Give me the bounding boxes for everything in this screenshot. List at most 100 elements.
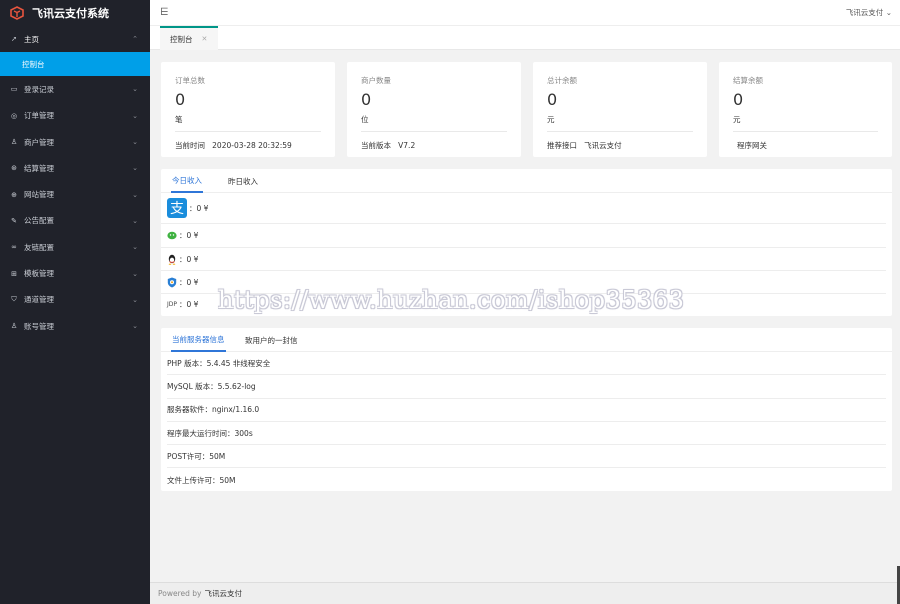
stat-value: 0 [733, 90, 744, 109]
user-name: 飞讯云支付 [845, 8, 884, 17]
income-value: ：0 ¥ [179, 231, 199, 240]
stat-title: 订单总数 [175, 76, 205, 85]
tab-server-info[interactable]: 当前服务器信息 [171, 328, 226, 352]
chevron-down-icon: ⌄ [885, 8, 892, 17]
sidebar-item-templates[interactable]: ⊞ 模板管理 ⌄ [0, 260, 150, 286]
sidebar: 飞讯云支付系统 ➚ 主页 ⌃ 控制台 ▭ 登录记录 ⌄ ◎ 订单管理 ⌄ ♙ 商… [0, 0, 150, 604]
stat-card-orders: 订单总数 0 笔 当前时间 2020-03-28 20:32:59 [161, 62, 335, 157]
stat-value: 0 [175, 90, 186, 109]
sidebar-item-site[interactable]: ⊕ 网站管理 ⌄ [0, 181, 150, 207]
sidebar-item-label: 通道管理 [24, 295, 54, 305]
sidebar-item-accounts[interactable]: ♙ 账号管理 ⌄ [0, 313, 150, 339]
chevron-down-icon: ⌄ [132, 164, 138, 173]
income-value: ：0 ¥ [179, 254, 199, 264]
stat-card-merchants: 商户数量 0 位 当前版本 V7.2 [347, 62, 521, 157]
stat-title: 结算余额 [733, 76, 763, 85]
sidebar-item-merchants[interactable]: ♙ 商户管理 ⌄ [0, 129, 150, 155]
sidebar-item-channels[interactable]: ⛉ 通道管理 ⌄ [0, 287, 150, 313]
user-menu[interactable]: 飞讯云支付 ⌄ [846, 7, 892, 18]
sidebar-item-label: 订单管理 [24, 111, 54, 121]
sidebar-item-settlement[interactable]: ⊛ 结算管理 ⌄ [0, 155, 150, 181]
chevron-down-icon: ⌄ [132, 322, 138, 331]
footer-brand[interactable]: 飞讯云支付 [204, 588, 242, 599]
sidebar-item-label: 登录记录 [24, 84, 54, 94]
app-title: 飞讯云支付系统 [32, 7, 109, 20]
stat-footer-label: 当前时间 [175, 141, 205, 150]
qq-icon [167, 254, 177, 265]
divider [175, 131, 321, 132]
info-row-server-software: 服务器软件：nginx/1.16.0 [167, 399, 886, 422]
stat-footer-label: 推荐接口 [547, 141, 577, 150]
divider [361, 131, 507, 132]
stat-unit: 元 [547, 115, 555, 124]
tab-yesterday-income[interactable]: 昨日收入 [228, 169, 258, 193]
chevron-down-icon: ⌄ [132, 295, 138, 304]
sidebar-item-links[interactable]: ∞ 友链配置 ⌄ [0, 234, 150, 260]
stat-footer-value: 飞讯云支付 [584, 141, 622, 150]
stat-footer-value: V7.2 [398, 141, 416, 150]
stat-title: 总计余额 [547, 76, 577, 85]
info-row-max-exec: 程序最大运行时间：300s [167, 422, 886, 446]
sidebar-nav: ➚ 主页 ⌃ 控制台 ▭ 登录记录 ⌄ ◎ 订单管理 ⌄ ♙ 商户管理 ⌄ ⊛ … [0, 26, 150, 339]
sidebar-item-label: 友链配置 [24, 242, 54, 252]
chevron-down-icon: ⌄ [132, 190, 138, 199]
user-icon: ♙ [10, 322, 18, 331]
watermark: https://www.huzhan.com/ishop35363 [218, 286, 685, 314]
income-row-alipay: 支 ：0 ¥ [161, 193, 886, 224]
chevron-down-icon: ⌄ [132, 138, 138, 147]
stat-card-balance: 总计余额 0 元 推荐接口 飞讯云支付 [533, 62, 707, 157]
globe-icon: ⊕ [11, 190, 17, 199]
stat-footer-value: 2020-03-28 20:32:59 [212, 141, 292, 150]
income-row-qq: ：0 ¥ [161, 248, 886, 271]
app-logo[interactable]: 飞讯云支付系统 [0, 0, 150, 26]
income-value: ：0 ¥ [179, 300, 199, 309]
income-value: ：0 ¥ [189, 203, 209, 213]
footer-prefix: Powered by [158, 589, 202, 598]
chevron-down-icon: ⌄ [132, 111, 138, 120]
income-row-wechat: ：0 ¥ [161, 224, 886, 248]
top-header: ⋿ 飞讯云支付 ⌄ [150, 0, 900, 26]
tab-console[interactable]: 控制台 ✕ [160, 26, 218, 50]
tab-label: 控制台 [170, 34, 193, 44]
chevron-up-icon: ⌃ [132, 35, 138, 44]
tab-letter-to-users[interactable]: 致用户的一封信 [245, 328, 298, 352]
link-icon: ∞ [11, 243, 17, 252]
chevron-down-icon: ⌄ [132, 85, 138, 94]
user-icon: ♙ [10, 138, 18, 147]
tenpay-icon [167, 277, 177, 288]
footer: Powered by 飞讯云支付 [150, 582, 900, 604]
alipay-icon: 支 [167, 198, 187, 218]
sidebar-item-login-logs[interactable]: ▭ 登录记录 ⌄ [0, 76, 150, 102]
sidebar-item-label: 主页 [24, 34, 39, 44]
info-row-post: POST许可：50M [167, 445, 886, 469]
stat-footer: 当前版本 V7.2 [361, 140, 415, 151]
chevron-down-icon: ⌄ [132, 216, 138, 225]
sidebar-subitem-console[interactable]: 控制台 [0, 52, 150, 77]
stat-footer-label: 当前版本 [361, 141, 391, 150]
pen-icon: ✎ [11, 216, 17, 225]
stat-footer: 程序网关 [737, 140, 767, 151]
id-card-icon: ▭ [10, 85, 18, 94]
info-row-upload: 文件上传许可：50M [167, 475, 236, 485]
stat-value: 0 [361, 90, 372, 109]
menu-toggle-icon[interactable]: ⋿ [160, 7, 169, 18]
stat-unit: 元 [733, 115, 741, 124]
sidebar-item-label: 网站管理 [24, 190, 54, 200]
info-row-php: PHP 版本：5.4.45 非线程安全 [167, 352, 886, 376]
sidebar-item-label: 结算管理 [24, 163, 54, 173]
info-row-mysql: MySQL 版本：5.5.62-log [167, 375, 886, 399]
divider [733, 131, 878, 132]
stat-footer-label: 程序网关 [737, 141, 767, 150]
sidebar-item-label: 模板管理 [24, 269, 54, 279]
sidebar-item-home[interactable]: ➚ 主页 ⌃ [0, 26, 150, 52]
tab-today-income[interactable]: 今日收入 [171, 169, 203, 193]
divider [547, 131, 693, 132]
stat-card-settlement: 结算余额 0 元 程序网关 [719, 62, 892, 157]
sidebar-item-notice[interactable]: ✎ 公告配置 ⌄ [0, 208, 150, 234]
jd-icon: JDP [167, 301, 178, 308]
sidebar-item-orders[interactable]: ◎ 订单管理 ⌄ [0, 103, 150, 129]
settlement-icon: ⊛ [11, 164, 17, 173]
cube-logo-icon [10, 6, 24, 20]
close-icon[interactable]: ✕ [202, 35, 208, 43]
chevron-down-icon: ⌄ [132, 243, 138, 252]
